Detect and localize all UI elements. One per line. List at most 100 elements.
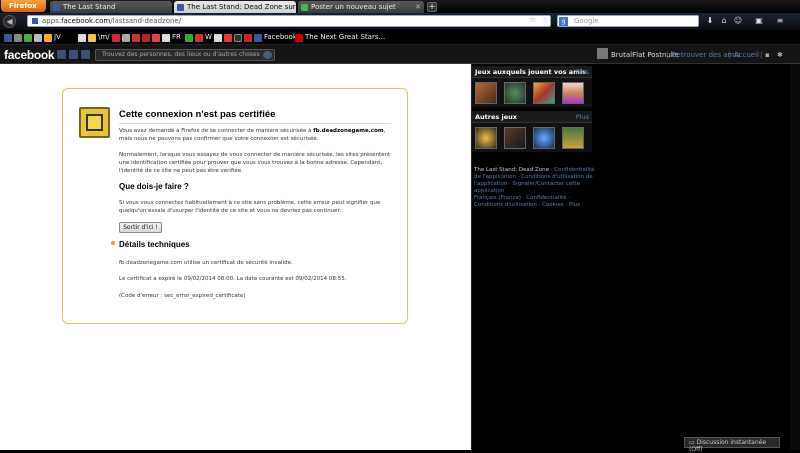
navigation-toolbar: ◀ apps.facebook.com/lastsand-deadzone/ ☆… [0, 13, 800, 30]
home-link[interactable]: Accueil [734, 51, 759, 59]
bookmark-icon[interactable] [244, 34, 252, 42]
bookmark-icon[interactable] [132, 34, 140, 42]
site-identity-icon[interactable] [32, 18, 38, 24]
reload-icon[interactable]: ↻ [541, 16, 551, 26]
forum-favicon-icon [301, 4, 308, 11]
bookmark-icon[interactable] [142, 34, 150, 42]
privacy-icon[interactable]: ▪ [765, 51, 770, 59]
friends-games-more-link[interactable]: Plus [576, 68, 589, 76]
bookmark-icon[interactable] [185, 34, 193, 42]
what-to-do-text: Si vous vous connectez habituellement à … [119, 200, 381, 214]
new-tab-button[interactable]: + [427, 2, 437, 12]
bookmark-icon[interactable] [234, 34, 242, 42]
bookmark-icon[interactable] [214, 34, 222, 42]
bookmark-icon[interactable] [34, 34, 42, 42]
back-button[interactable]: ◀ [3, 15, 16, 28]
facebook-favicon-icon [53, 4, 60, 11]
bookmark-icon[interactable] [162, 34, 170, 42]
footer-app-name[interactable]: The Last Stand: Dead Zone [474, 167, 549, 173]
bookmarks-toolbar: JV \m/ FR W Facebook The Next Great Star… [0, 30, 800, 45]
facebook-favicon-icon [177, 4, 184, 11]
game-thumbnail[interactable] [562, 82, 584, 104]
technical-detail-2: Le certificat a expiré le 09/02/2014 08:… [119, 276, 347, 282]
bookmark-icon[interactable] [24, 34, 32, 42]
bookmark-w[interactable]: W [205, 33, 212, 41]
friends-games-title: Jeux auxquels jouent vos amis [475, 68, 586, 76]
tab-poster-sujet[interactable]: Poster un nouveau sujet ✕ [298, 1, 424, 13]
certificate-error-box: Cette connexion n'est pas certifiée Vous… [62, 88, 408, 324]
bookmark-icon[interactable] [224, 34, 232, 42]
other-games-more-link[interactable]: Plus [576, 113, 589, 121]
get-me-out-button[interactable]: Sortir d'ici ! [119, 222, 162, 233]
gear-icon[interactable]: ✱ [777, 51, 783, 59]
tab-the-last-stand[interactable]: The Last Stand [50, 1, 172, 13]
menu-icon[interactable]: ≡ [775, 16, 785, 26]
url-text: apps.facebook.com/lastsand-deadzone/ [42, 17, 182, 25]
home-icon[interactable]: ⌂ [719, 16, 729, 26]
separator: | [728, 51, 731, 59]
facebook-search-input[interactable]: Trouvez des personnes, des lieux ou d'au… [95, 49, 275, 61]
separator: | [666, 51, 669, 59]
game-thumbnail[interactable] [533, 82, 555, 104]
search-box[interactable]: g Google [557, 15, 699, 27]
friends-games-list [472, 78, 592, 107]
facebook-search-placeholder: Trouvez des personnes, des lieux ou d'au… [102, 51, 260, 58]
firefox-menu-button[interactable]: Firefox [1, 0, 46, 12]
other-games-title: Autres jeux [475, 113, 517, 121]
youtube-icon [295, 34, 303, 42]
bookmark-icon[interactable] [4, 34, 12, 42]
bookmark-icon[interactable] [195, 34, 203, 42]
avatar[interactable] [597, 48, 608, 59]
notifications-icon[interactable] [81, 50, 90, 59]
game-thumbnail[interactable] [475, 82, 497, 104]
bookmark-icon[interactable] [14, 34, 22, 42]
chat-icon: ▭ [689, 439, 697, 446]
bookmark-jv[interactable]: JV [54, 33, 61, 41]
bookmark-next-great-stars[interactable]: The Next Great Stars... [305, 33, 385, 41]
friends-games-header: Jeux auxquels jouent vos amis Plus [472, 66, 592, 78]
error-title: Cette connexion n'est pas certifiée [119, 109, 391, 124]
user-name-link[interactable]: BrutalFlat Postnuke [611, 51, 679, 59]
bookmark-fr[interactable]: FR [172, 33, 181, 41]
game-thumbnail[interactable] [504, 82, 526, 104]
technical-details-heading[interactable]: Détails techniques [119, 240, 190, 249]
bookmark-icon[interactable] [112, 34, 120, 42]
what-to-do-heading: Que dois-je faire ? [119, 182, 189, 191]
bookmark-icon[interactable] [152, 34, 160, 42]
download-icon[interactable]: ⬇ [705, 16, 715, 26]
search-icon[interactable] [263, 51, 272, 59]
game-thumbnail[interactable] [533, 127, 555, 149]
chat-bar[interactable]: ▭ Discussion instantanée (Off) [684, 437, 780, 453]
chat-label: Discussion instantanée (Off) [689, 439, 767, 453]
close-tab-icon[interactable]: ✕ [415, 3, 421, 11]
expand-bullet-icon[interactable] [111, 241, 115, 245]
bookmark-metal[interactable]: \m/ [98, 33, 110, 41]
other-games-header: Autres jeux Plus [472, 111, 592, 123]
friend-requests-icon[interactable] [57, 50, 66, 59]
search-placeholder: Google [574, 17, 599, 25]
url-bar[interactable]: apps.facebook.com/lastsand-deadzone/ [27, 15, 551, 27]
right-sidebar: Jeux auxquels jouent vos amis Plus Autre… [471, 64, 800, 450]
other-games-list [472, 123, 592, 152]
bookmark-facebook[interactable]: Facebook [264, 33, 297, 41]
game-thumbnail[interactable] [504, 127, 526, 149]
bookmark-star-icon[interactable]: ☆ [529, 15, 536, 24]
feedback-icon[interactable]: ☺ [733, 16, 743, 26]
google-icon[interactable]: g [559, 17, 568, 26]
tab-dead-zone[interactable]: The Last Stand: Dead Zone sur Faceb... [174, 1, 296, 13]
scrollbar[interactable] [790, 64, 800, 450]
game-thumbnail[interactable] [475, 127, 497, 149]
bookmark-icon[interactable] [78, 34, 86, 42]
bookmark-icon[interactable] [122, 34, 130, 42]
addon-icon[interactable]: ▣ [754, 16, 764, 26]
bookmark-icon[interactable] [44, 34, 52, 42]
tab-bar: Firefox The Last Stand The Last Stand: D… [0, 0, 800, 13]
facebook-logo[interactable]: facebook [4, 48, 55, 62]
folder-icon[interactable] [88, 34, 96, 42]
facebook-icon [254, 34, 262, 42]
messages-icon[interactable] [69, 50, 78, 59]
game-thumbnail[interactable] [562, 127, 584, 149]
footer-language[interactable]: Français (France) [474, 195, 521, 201]
tab-label: The Last Stand [63, 3, 116, 11]
policeman-warning-icon [79, 107, 110, 138]
